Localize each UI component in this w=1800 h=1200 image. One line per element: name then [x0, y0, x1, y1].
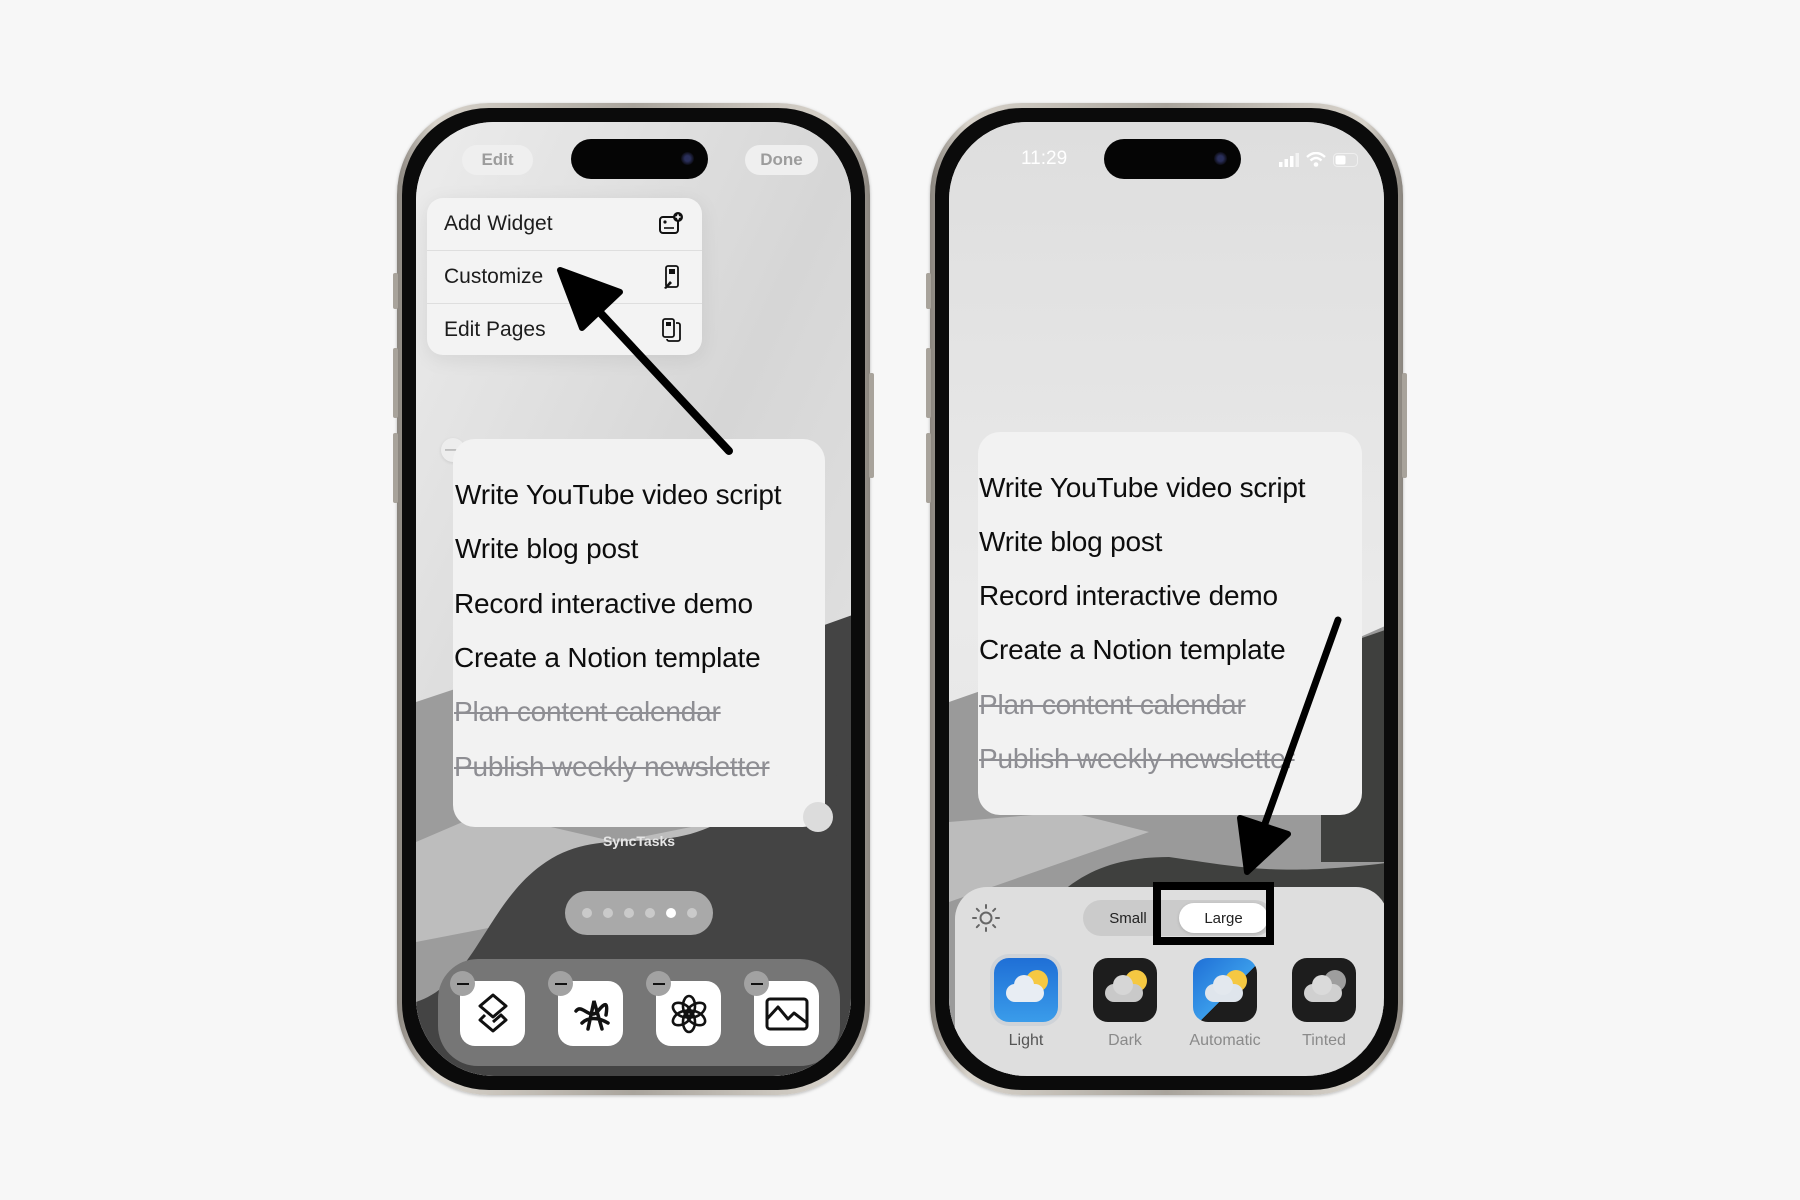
edit-button[interactable]: Edit [462, 145, 533, 175]
volume-down-button [926, 433, 931, 503]
theme-option-light[interactable]: Light [986, 958, 1066, 1050]
power-button [1402, 373, 1407, 478]
menu-item-edit-pages[interactable]: Edit Pages [427, 304, 702, 356]
theme-option-tinted[interactable]: Tinted [1284, 958, 1364, 1050]
widget-app-label: SyncTasks [602, 833, 676, 849]
task-item-completed[interactable]: Plan content calendar [454, 696, 721, 728]
bezel: Edit Done Add Widget Customize Edit Page… [402, 108, 865, 1090]
status-time: 11:29 [1021, 148, 1068, 169]
volume-up-button [393, 348, 398, 418]
annotation-arrow-customize [557, 267, 733, 455]
page-dot-active[interactable] [665, 908, 676, 918]
menu-item-label: Edit Pages [444, 318, 546, 341]
page-dot[interactable] [644, 908, 655, 918]
chatgpt-icon [671, 994, 706, 1033]
theme-label: Tinted [1302, 1032, 1346, 1049]
theme-label: Automatic [1189, 1032, 1261, 1049]
resize-handle[interactable] [803, 802, 833, 832]
weather-automatic-icon [1193, 958, 1257, 1022]
layers-icon [478, 993, 507, 1032]
weather-tinted-icon [1292, 958, 1356, 1022]
dynamic-island [1104, 139, 1241, 179]
remove-app-button[interactable] [548, 971, 573, 996]
page-dot[interactable] [602, 908, 613, 918]
task-item: Record interactive demo [979, 580, 1278, 611]
task-item[interactable]: Create a Notion template [454, 642, 761, 674]
dock-app-photos[interactable] [744, 971, 819, 1046]
context-menu: Add Widget Customize Edit Pages [427, 198, 702, 355]
done-button[interactable]: Done [745, 145, 818, 175]
power-button [869, 373, 874, 478]
task-item-completed: Plan content calendar [979, 689, 1246, 720]
remove-app-button[interactable] [646, 971, 671, 996]
wifi-icon [1306, 152, 1326, 167]
image-icon [765, 997, 808, 1030]
annotation-arrow-large [1237, 616, 1342, 875]
task-item[interactable]: Write blog post [455, 533, 638, 565]
cellular-signal-icon [1279, 153, 1299, 167]
dock-app-chatgpt[interactable] [646, 971, 721, 1046]
theme-option-automatic[interactable]: Automatic [1185, 958, 1265, 1050]
customize-icon [664, 265, 679, 289]
theme-label: Dark [1108, 1032, 1142, 1049]
right-phone: 11:29 Write YouTube video script Write b… [926, 103, 1407, 1095]
page-indicator[interactable] [565, 891, 713, 935]
volume-down-button [393, 433, 398, 503]
battery-icon [1333, 153, 1358, 167]
home-screen: Edit Done Add Widget Customize Edit Page… [416, 122, 851, 1076]
edit-pages-icon [662, 318, 681, 342]
weather-dark-icon [1093, 958, 1157, 1022]
camera-icon [1214, 152, 1227, 165]
dynamic-island [571, 139, 708, 179]
synctasks-widget[interactable]: Write YouTube video script Write blog po… [453, 439, 825, 827]
remove-app-button[interactable] [744, 971, 769, 996]
task-item: Write YouTube video script [979, 472, 1306, 503]
add-widget-icon [659, 212, 683, 234]
task-item-completed[interactable]: Publish weekly newsletter [454, 751, 770, 783]
left-phone: Edit Done Add Widget Customize Edit Page… [393, 103, 874, 1095]
menu-item-customize[interactable]: Customize [427, 251, 702, 304]
action-button [926, 273, 931, 309]
sun-icon[interactable] [971, 903, 1001, 933]
menu-item-label: Add Widget [444, 212, 553, 235]
annotation-highlight-large [1153, 882, 1274, 945]
dock-app-layers[interactable] [450, 971, 525, 1046]
dock [438, 959, 840, 1066]
task-item[interactable]: Record interactive demo [454, 588, 753, 620]
dock-app-scribble[interactable] [548, 971, 623, 1046]
task-item: Create a Notion template [979, 634, 1286, 665]
weather-light-icon [994, 958, 1058, 1022]
synctasks-widget-preview[interactable]: Write YouTube video script Write blog po… [978, 432, 1362, 815]
page-dot[interactable] [686, 908, 697, 918]
task-item[interactable]: Write YouTube video script [455, 479, 782, 511]
task-item: Write blog post [979, 526, 1163, 557]
menu-item-label: Customize [444, 265, 544, 288]
theme-option-dark[interactable]: Dark [1085, 958, 1165, 1050]
menu-item-add-widget[interactable]: Add Widget [427, 198, 702, 251]
task-item-completed: Publish weekly newsletter [979, 743, 1295, 774]
page-dot[interactable] [623, 908, 634, 918]
page-dot[interactable] [581, 908, 592, 918]
camera-icon [681, 152, 694, 165]
remove-app-button[interactable] [450, 971, 475, 996]
theme-label: Light [1008, 1032, 1044, 1049]
volume-up-button [926, 348, 931, 418]
scribble-icon [573, 1000, 610, 1031]
action-button [393, 273, 398, 309]
